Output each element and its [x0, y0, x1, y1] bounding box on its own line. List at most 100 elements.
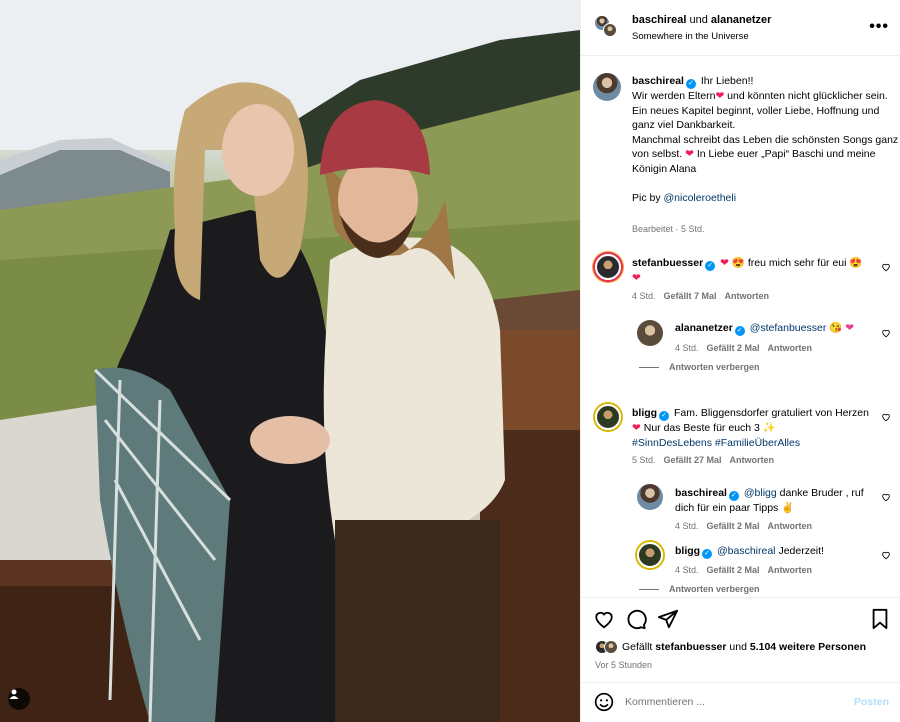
comment-text2: Nur das Beste für euch 3 — [640, 422, 763, 434]
comment: bligg ✓ @baschireal Jederzeit! — [675, 544, 865, 559]
caption-line2b: und könnten nicht glücklicher sein. — [724, 90, 888, 102]
header-connector: und — [689, 14, 708, 26]
likes-user[interactable]: stefanbuesser — [655, 641, 726, 653]
comment-likes[interactable]: Gefällt 2 Mal — [707, 343, 760, 353]
post-actions: Gefällt stefanbuesser und 5.104 weitere … — [581, 597, 900, 677]
avatar[interactable] — [595, 254, 621, 280]
comment: bligg ✓ Fam. Bliggensdorfer gratuliert vo… — [632, 406, 877, 450]
post-details-panel: baschireal und alananetzer Somewhere in … — [580, 0, 900, 722]
comment-time: 4 Std. — [675, 343, 699, 353]
verified-icon: ✓ — [702, 549, 713, 559]
header-user2[interactable]: alananetzer — [711, 14, 772, 26]
comment-likes[interactable]: Gefällt 2 Mal — [707, 521, 760, 531]
comment-likes[interactable]: Gefällt 2 Mal — [707, 565, 760, 575]
heart-icon[interactable] — [593, 608, 615, 630]
comment-bar: Posten — [581, 682, 900, 722]
comment-like-heart-icon[interactable] — [881, 328, 891, 338]
avatar[interactable] — [595, 404, 621, 430]
caption-picby: Pic by — [632, 191, 664, 204]
avatar — [604, 640, 618, 654]
comment-like-heart-icon[interactable] — [881, 550, 891, 560]
comment-mention[interactable]: @baschireal — [717, 545, 776, 557]
caption-line2a: Wir werden Eltern — [632, 90, 716, 102]
comment-meta: 4 Std. Gefällt 2 Mal Antworten — [675, 565, 812, 575]
more-horizontal-icon[interactable]: ••• — [869, 18, 889, 36]
avatar[interactable] — [637, 484, 663, 510]
avatar[interactable] — [637, 320, 663, 346]
caption-line3: Ein neues Kapitel beginnt, voller Liebe,… — [632, 104, 880, 132]
verified-icon: ✓ — [685, 79, 696, 89]
sparkles-emoji-icon: ✨ — [762, 422, 776, 434]
header-user1[interactable]: baschireal — [632, 14, 686, 26]
verified-icon: ✓ — [659, 411, 670, 421]
blowing-kiss-emoji-icon: 😘 — [829, 322, 843, 334]
post-comment-button[interactable]: Posten — [854, 696, 889, 708]
bookmark-icon[interactable] — [869, 608, 891, 630]
comment-meta: 4 Std. Gefällt 2 Mal Antworten — [675, 521, 812, 531]
comment-time: 4 Std. — [675, 565, 699, 575]
comment-like-heart-icon[interactable] — [881, 412, 891, 422]
emoji-icon[interactable] — [594, 692, 614, 712]
comment-like-heart-icon[interactable] — [881, 262, 891, 272]
verified-icon: ✓ — [734, 326, 745, 336]
comment-username[interactable]: bligg — [675, 545, 700, 557]
reply-button[interactable]: Antworten — [768, 565, 813, 575]
comment-likes[interactable]: Gefällt 27 Mal — [664, 455, 722, 465]
post-time: Vor 5 Stunden — [595, 660, 653, 670]
header-location[interactable]: Somewhere in the Universe — [632, 31, 749, 42]
tagged-people-icon[interactable] — [8, 688, 30, 710]
caption-username[interactable]: baschireal — [632, 75, 684, 87]
avatar[interactable] — [637, 542, 663, 568]
comment-username[interactable]: bligg — [632, 407, 657, 419]
verified-icon: ✓ — [728, 491, 739, 501]
photo-scene — [0, 0, 580, 722]
post-photo[interactable] — [0, 0, 580, 722]
caption: baschireal ✓ Ihr Lieben!! Wir werden Elte… — [632, 74, 900, 205]
comment-mention[interactable]: @bligg — [744, 487, 777, 499]
hide-replies-button[interactable]: Antworten verbergen — [639, 362, 760, 372]
comment-meta: 4 Std. Gefällt 2 Mal Antworten — [675, 343, 812, 353]
comment-time: 5 Std. — [632, 455, 656, 465]
caption-meta: Bearbeitet · 5 Std. — [632, 224, 705, 234]
heart-emoji-icon: ❤ — [715, 90, 725, 102]
hashtag-link[interactable]: #FamilieÜberAlles — [715, 437, 800, 449]
victory-hand-emoji-icon: ✌ — [781, 502, 795, 514]
share-icon[interactable] — [657, 608, 679, 630]
reply-button[interactable]: Antworten — [730, 455, 775, 465]
likes-count[interactable]: 5.104 weitere Personen — [750, 641, 866, 653]
avatar[interactable] — [593, 73, 621, 101]
comment-time: 4 Std. — [675, 521, 699, 531]
comment: stefanbuesser ✓ ❤ 😍 freu mich sehr für eu… — [632, 256, 872, 286]
pink-heart-emoji-icon: ❤ — [845, 322, 855, 334]
comment-text: Jederzeit! — [775, 545, 824, 557]
avatar-user2[interactable] — [603, 23, 617, 37]
heart-eyes-emoji-icon: 😍 — [731, 257, 745, 269]
comment-input[interactable] — [625, 693, 845, 711]
hashtag-link[interactable]: #SinnDesLebens — [632, 437, 712, 449]
caption-line1: Ihr Lieben!! — [700, 75, 754, 87]
comments-scroll[interactable]: baschireal ✓ Ihr Lieben!! Wir werden Elte… — [581, 57, 900, 597]
comment-mention[interactable]: @stefanbuesser — [750, 322, 827, 334]
verified-icon: ✓ — [705, 261, 716, 271]
comment-username[interactable]: baschireal — [675, 487, 727, 499]
comment-time: 4 Std. — [632, 291, 656, 301]
comment-likes[interactable]: Gefällt 7 Mal — [664, 291, 717, 301]
reply-button[interactable]: Antworten — [768, 343, 813, 353]
header-usernames: baschireal und alananetzer — [632, 14, 771, 26]
heart-emoji-icon: ❤ — [632, 422, 641, 434]
comment-meta: 4 Std. Gefällt 7 Mal Antworten — [632, 291, 769, 301]
comment-meta: 5 Std. Gefällt 27 Mal Antworten — [632, 455, 774, 465]
reply-button[interactable]: Antworten — [725, 291, 770, 301]
heart-emoji-icon: ❤ — [720, 257, 729, 269]
reply-button[interactable]: Antworten — [768, 521, 813, 531]
comment-text: freu mich sehr für eui — [747, 257, 847, 269]
comment-username[interactable]: alananetzer — [675, 322, 733, 334]
comment-icon[interactable] — [625, 608, 647, 630]
post-header: baschireal und alananetzer Somewhere in … — [581, 0, 900, 56]
likes-prefix: Gefällt — [622, 641, 653, 653]
comment-username[interactable]: stefanbuesser — [632, 257, 703, 269]
caption-photographer-link[interactable]: @nicoleroetheli — [664, 192, 737, 204]
comment-like-heart-icon[interactable] — [881, 492, 891, 502]
hide-replies-button[interactable]: Antworten verbergen — [639, 584, 760, 594]
comment-text1: Fam. Bliggensdorfer gratuliert von Herze… — [674, 407, 869, 419]
